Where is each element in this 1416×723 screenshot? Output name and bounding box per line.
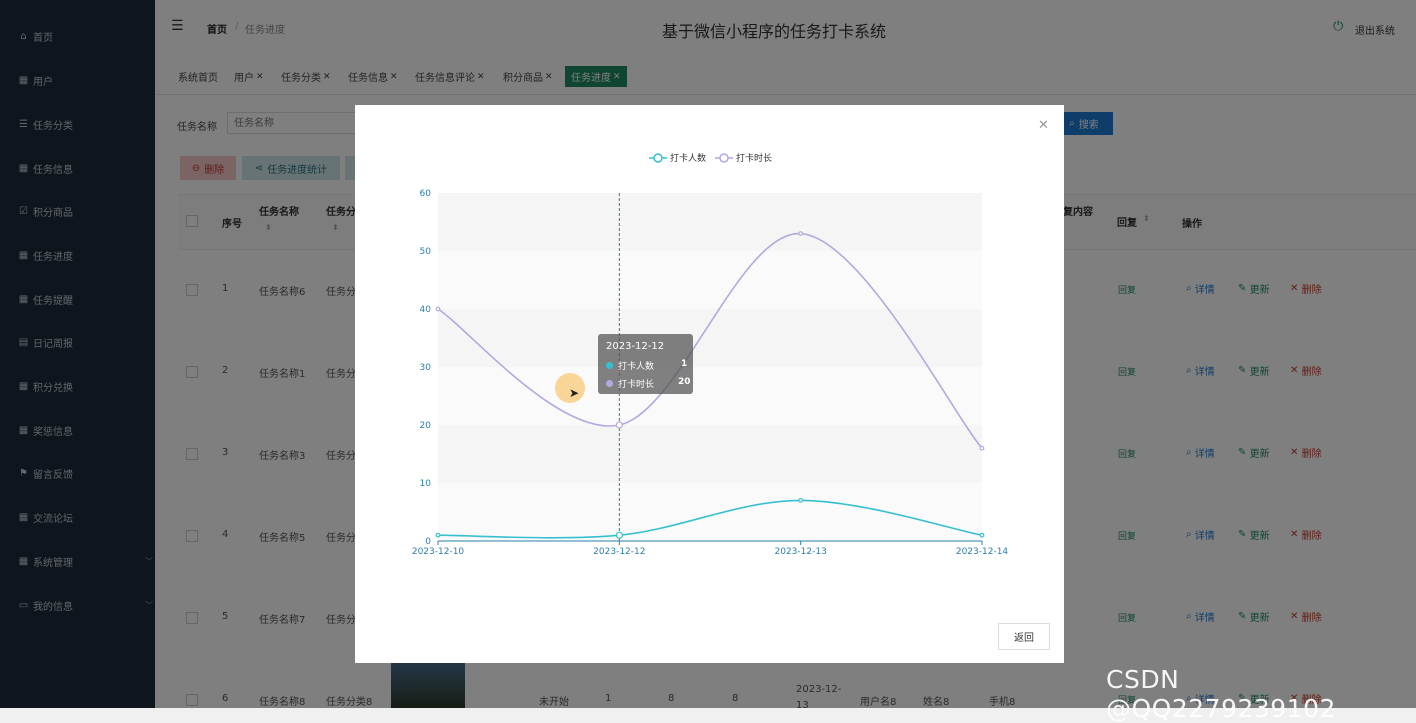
- data-point: [979, 445, 985, 451]
- y-tick-label: 60: [420, 189, 432, 199]
- tooltip-marker: [606, 362, 613, 369]
- cursor-icon: ➤: [569, 386, 580, 400]
- y-tick-label: 10: [420, 479, 432, 489]
- back-button-label: 返回: [1014, 633, 1034, 644]
- data-point: [435, 532, 441, 538]
- tooltip-date: 2023-12-12: [606, 341, 665, 352]
- tooltip-marker: [606, 380, 613, 387]
- y-tick-label: 30: [420, 363, 432, 373]
- data-point: [798, 231, 804, 237]
- chart-tooltip: 2023-12-12 打卡人数 1 打卡时长 20: [598, 334, 693, 394]
- line-chart: 01020304050602023-12-10 2023-12-12 2023-12…: [412, 152, 1009, 557]
- tooltip-series-name: 打卡时长: [618, 380, 655, 390]
- x-tick-label: 2023-12-13: [775, 547, 827, 557]
- y-tick-label: 0: [425, 537, 431, 547]
- grid-band: [438, 425, 982, 483]
- data-point: [615, 531, 623, 539]
- stats-dialog: ✕ 0 10 20 30 40 50 60 2023-12-10 2023-12-12 2023-…: [355, 105, 1064, 663]
- y-tick-label: 40: [420, 305, 432, 315]
- grid-band: [438, 309, 982, 367]
- legend-marker: [719, 153, 729, 163]
- grid-band: [438, 251, 982, 309]
- y-tick-label: 50: [420, 247, 432, 257]
- data-point: [615, 421, 623, 429]
- legend-label: 打卡人数: [670, 152, 706, 164]
- legend-marker: [653, 153, 663, 163]
- x-tick-label: 2023-12-10: [412, 547, 465, 557]
- grid-band: [438, 367, 982, 425]
- data-point: [435, 306, 441, 312]
- x-tick-label: 2023-12-14: [956, 547, 1009, 557]
- tooltip-series-value: 1: [681, 359, 688, 369]
- y-tick-label: 20: [420, 421, 432, 431]
- watermark: CSDN @QQ2279239102: [1106, 665, 1336, 723]
- tooltip-series-value: 20: [678, 377, 691, 387]
- data-point: [979, 532, 985, 538]
- tooltip-series-name: 打卡人数: [618, 362, 655, 372]
- grid-band: [438, 193, 982, 251]
- back-button[interactable]: 返回: [998, 623, 1050, 650]
- grid-band: [438, 483, 982, 541]
- data-point: [798, 498, 804, 503]
- x-tick-label: 2023-12-12: [593, 547, 645, 557]
- legend-label: 打卡时长: [736, 152, 772, 164]
